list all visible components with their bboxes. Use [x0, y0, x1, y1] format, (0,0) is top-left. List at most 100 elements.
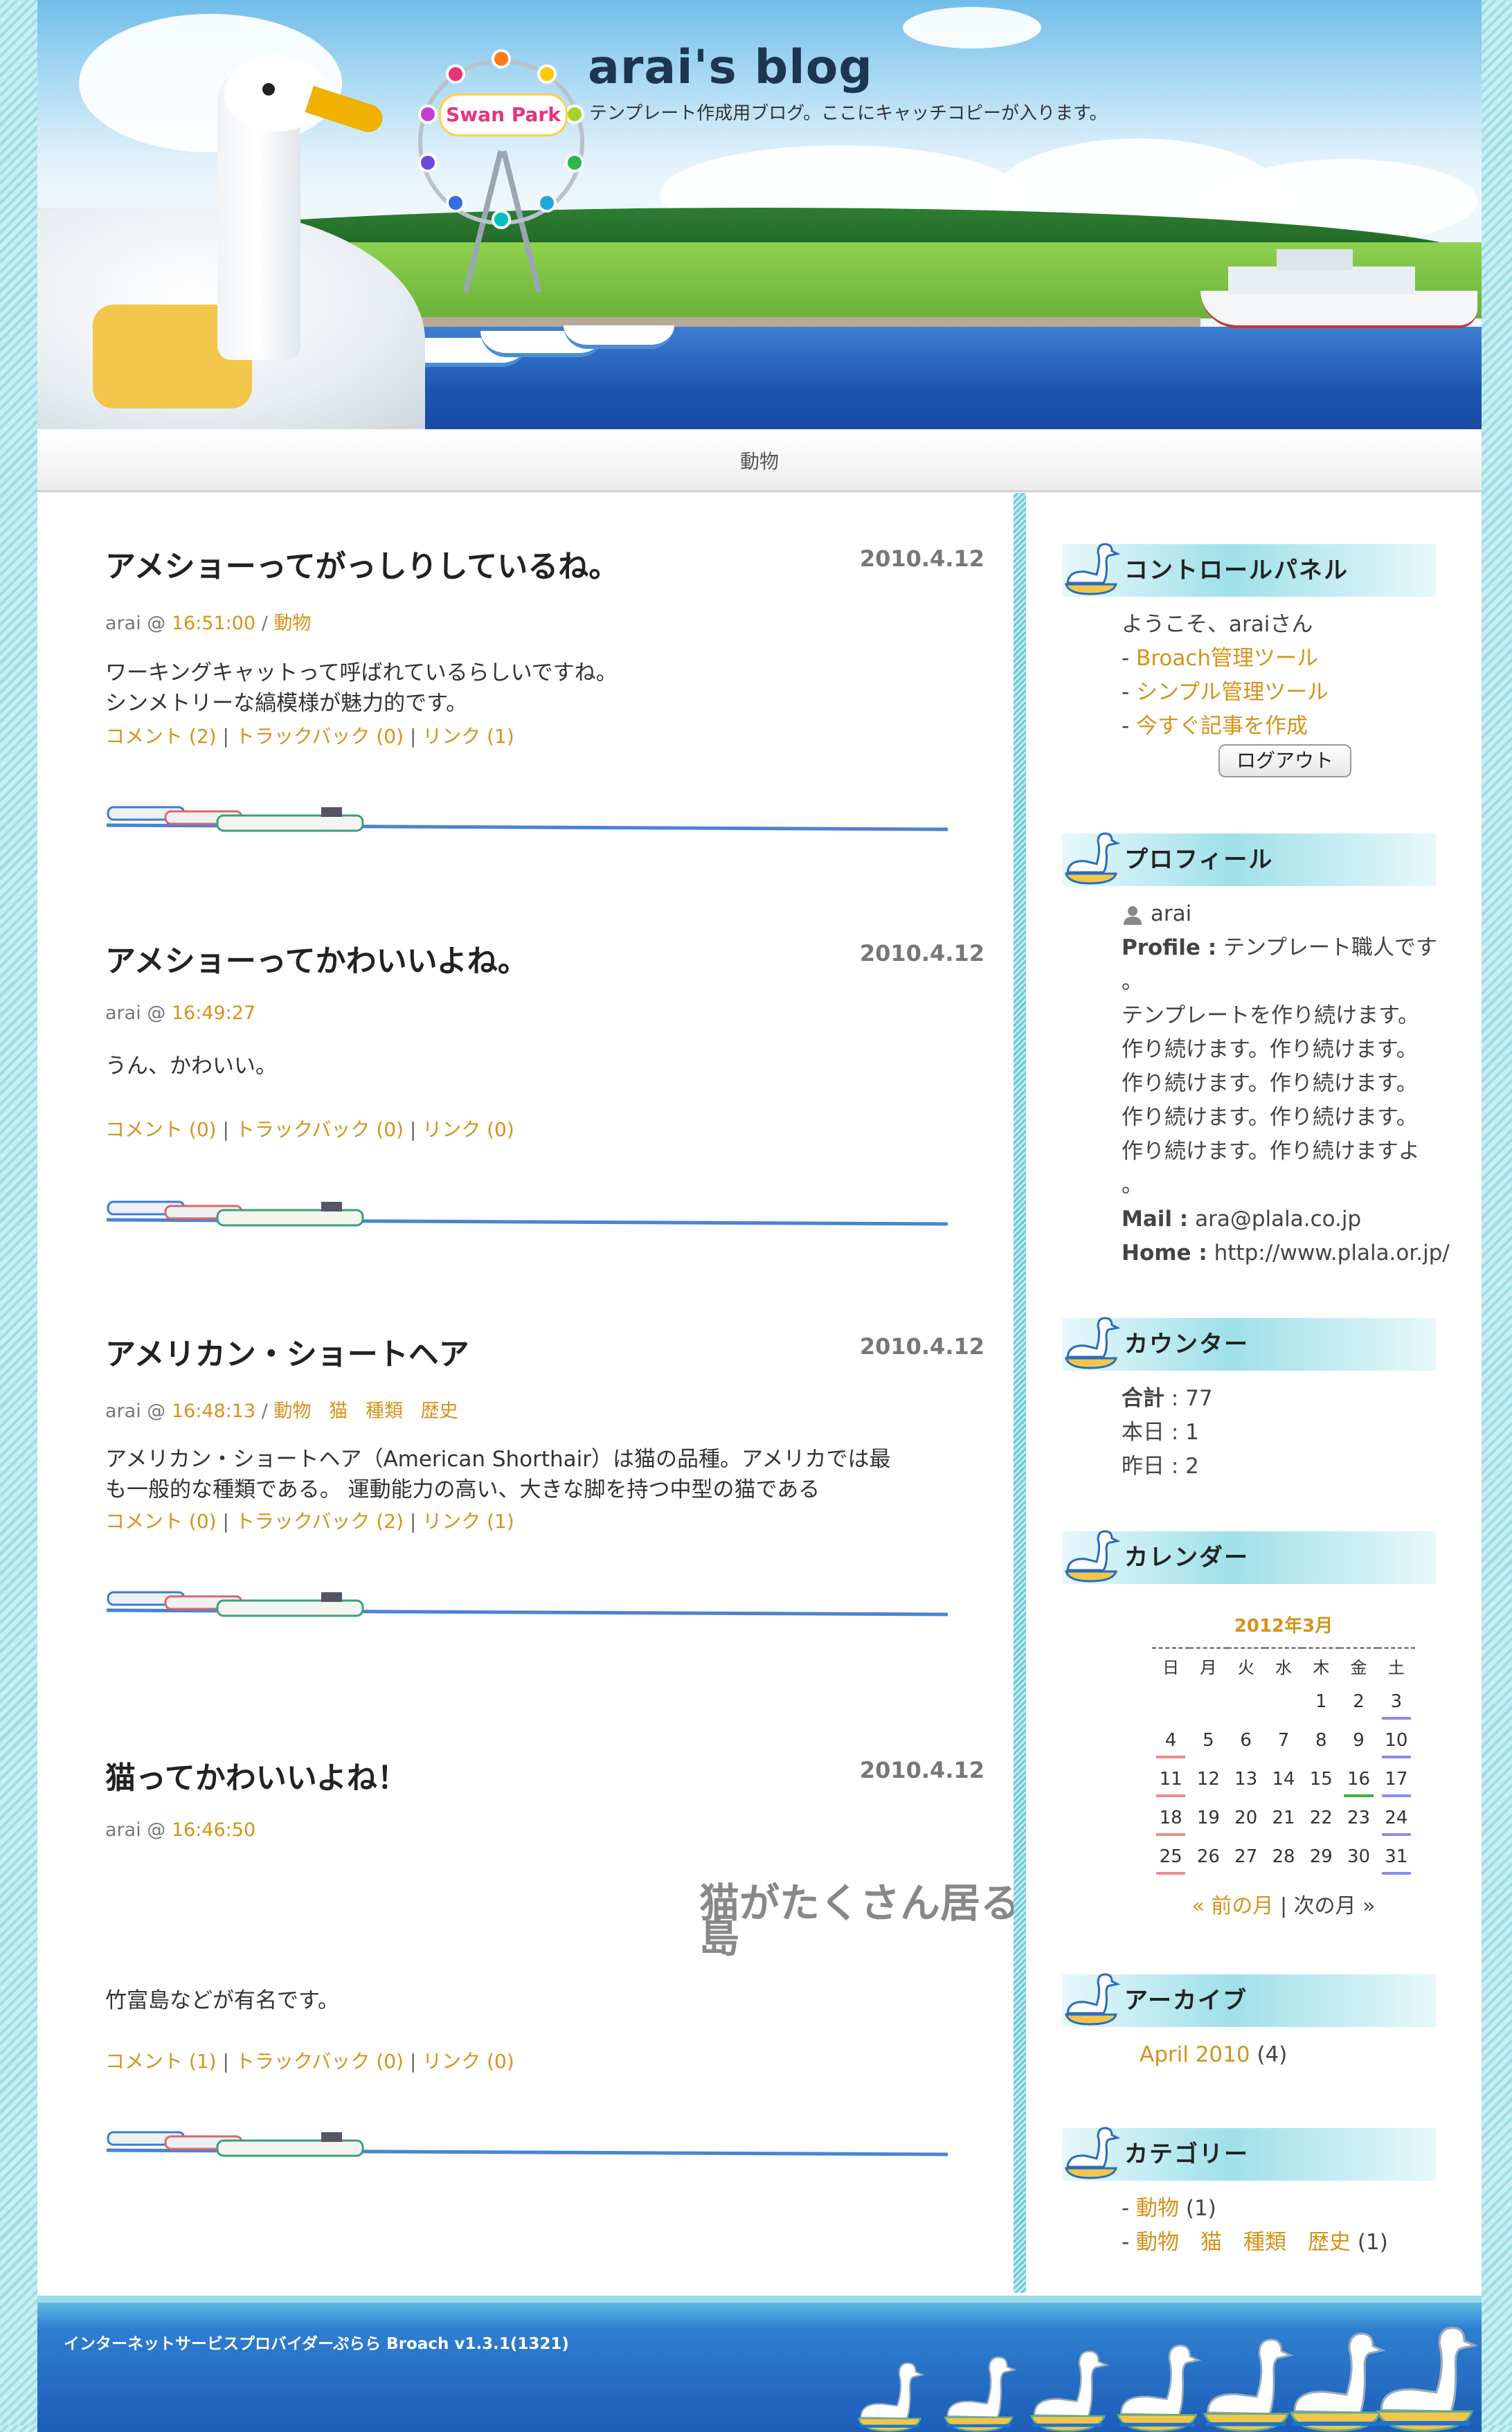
trackbacks-link[interactable]: トラックバック (0)	[235, 1118, 404, 1141]
category-link[interactable]: 動物	[1136, 2196, 1179, 2221]
calendar-day: 19	[1196, 1808, 1220, 1828]
profile-text-cont: 。	[1122, 969, 1143, 994]
calendar-day: 3	[1378, 1682, 1415, 1721]
entry-title[interactable]: アメリカン・ショートヘア	[105, 1329, 469, 1373]
footer-swan-boat	[1030, 2350, 1110, 2432]
category-link[interactable]: 動物 猫 種類 歴史	[1136, 2230, 1351, 2255]
prev-month-link[interactable]: « 前の月	[1192, 1894, 1274, 1918]
archive-link[interactable]: April 2010	[1140, 2042, 1250, 2067]
calendar-day	[1152, 1682, 1189, 1721]
trackbacks-link[interactable]: トラックバック (2)	[235, 1510, 404, 1533]
trackbacks-link[interactable]: トラックバック (0)	[235, 725, 404, 748]
entry-meta: arai @ 16:51:00 / 動物	[105, 613, 312, 634]
comments-link[interactable]: コメント (1)	[105, 2050, 217, 2073]
boat-separator-image	[106, 1591, 948, 1617]
user-icon	[1124, 906, 1142, 925]
profile-line: テンプレートを作り続けます。	[1122, 1003, 1419, 1028]
entry-category[interactable]: 動物	[273, 1400, 311, 1422]
calendar-day: 24	[1378, 1799, 1415, 1837]
archive-item: April 2010 (4)	[1140, 2038, 1486, 2072]
entry-links: コメント (1) | トラックバック (0) | リンク (0)	[105, 2050, 514, 2073]
entry-author: arai	[105, 1819, 141, 1841]
calendar-day: 16	[1340, 1760, 1377, 1799]
calendar: 2012年3月 日月火水木金土 1 2 3 4 5 6 7 8 9 10 11 12 13 14 15 16 1…	[1152, 1612, 1415, 1919]
trackbacks-link[interactable]: トラックバック (0)	[235, 2050, 404, 2073]
ferris-wheel-logo: Swan Park	[404, 45, 598, 293]
entry-links: コメント (0) | トラックバック (0) | リンク (0)	[105, 1118, 514, 1141]
calendar-week: 11 12 13 14 15 16 17	[1152, 1760, 1415, 1799]
profile-mail[interactable]: ara@plala.co.jp	[1195, 1207, 1361, 1232]
entry-category[interactable]: 猫	[329, 1400, 348, 1422]
logout-button[interactable]: ログアウト	[1218, 744, 1351, 777]
boat-separator-image	[106, 1200, 948, 1227]
calendar-day: 18	[1152, 1799, 1189, 1837]
entry-category[interactable]: 歴史	[421, 1400, 458, 1422]
calendar-day: 2	[1353, 1691, 1365, 1712]
swan-icon	[1065, 1530, 1121, 1583]
widget-title-categories: カテゴリー	[1062, 2127, 1436, 2181]
new-post-link[interactable]: 今すぐ記事を作成	[1136, 714, 1308, 739]
entry-body-line: 竹富島などが有名です。	[105, 1988, 339, 2013]
swan-boats-image	[857, 2326, 1479, 2432]
entry-title[interactable]: アメショーってかわいいよね。	[105, 936, 528, 980]
cloud	[903, 7, 1041, 48]
entry-title[interactable]: 猫ってかわいいよね！	[105, 1753, 408, 1797]
entry-time[interactable]: 16:46:50	[172, 1819, 255, 1841]
entry-category[interactable]: 動物	[273, 613, 311, 634]
counter-total: 77	[1185, 1386, 1213, 1411]
calendar-day: 17	[1378, 1760, 1415, 1799]
calendar-day: 8	[1315, 1730, 1327, 1751]
calendar-day: 9	[1353, 1730, 1365, 1751]
entry-category[interactable]: 種類	[366, 1400, 403, 1422]
swan-beak	[305, 85, 386, 136]
entry-meta: arai @ 16:46:50	[105, 1819, 256, 1841]
boat-separator-image	[106, 806, 948, 832]
calendar-week: 25 26 27 28 29 30 31	[1152, 1837, 1415, 1876]
mail-label: Mail :	[1122, 1207, 1189, 1232]
broach-admin-link[interactable]: Broach管理ツール	[1136, 646, 1318, 671]
links-link[interactable]: リンク (0)	[422, 2050, 514, 2073]
counter-today: 1	[1185, 1420, 1199, 1445]
calendar-day: 29	[1309, 1846, 1333, 1867]
next-month-text: 次の月 »	[1293, 1894, 1376, 1918]
page: Swan Park arai's blog テンプレート作成用ブログ。ここにキャ…	[37, 0, 1482, 2432]
entry-time[interactable]: 16:49:27	[172, 1002, 255, 1024]
simple-admin-link[interactable]: シンプル管理ツール	[1136, 680, 1329, 705]
entry-time[interactable]: 16:48:13	[172, 1400, 255, 1422]
comments-link[interactable]: コメント (0)	[105, 1510, 217, 1533]
profile-line: 作り続けます。作り続けます。	[1122, 1071, 1418, 1096]
comments-link[interactable]: コメント (0)	[105, 1118, 217, 1141]
archive-body: April 2010 (4)	[1140, 2038, 1486, 2072]
entry-body-line: シンメトリーな縞模様が魅力的です。	[105, 691, 467, 716]
calendar-day: 10	[1378, 1721, 1415, 1760]
calendar-month: 2012年3月	[1234, 1616, 1333, 1637]
calendar-week: 4 5 6 7 8 9 10	[1152, 1721, 1415, 1760]
counter-body: 合計 : 77 本日 : 1 昨日 : 2	[1122, 1386, 1213, 1479]
category-bar: 動物	[37, 433, 1482, 492]
widget-title-control-panel: コントロールパネル	[1062, 543, 1436, 597]
entry-title[interactable]: アメショーってがっしりしているね。	[105, 541, 619, 586]
widget-title-counter: カウンター	[1062, 1317, 1436, 1371]
calendar-day: 5	[1203, 1730, 1214, 1751]
calendar-weekday: 日	[1162, 1657, 1180, 1677]
comments-link[interactable]: コメント (2)	[105, 725, 217, 748]
category-link-current[interactable]: 動物	[740, 450, 779, 473]
calendar-day: 23	[1347, 1808, 1371, 1828]
profile-line: 作り続けます。作り続けます。	[1122, 1105, 1418, 1130]
links-link[interactable]: リンク (1)	[422, 725, 514, 748]
calendar-weekday: 月	[1200, 1657, 1217, 1677]
column-divider	[1014, 493, 1026, 2293]
entry-body: うん、かわいい。	[105, 1051, 936, 1081]
links-link[interactable]: リンク (0)	[422, 1118, 514, 1141]
entry-links: コメント (0) | トラックバック (2) | リンク (1)	[105, 1510, 514, 1533]
entry-body: 竹富島などが有名です。	[105, 1985, 936, 2016]
profile-line: 。	[1122, 1173, 1143, 1198]
profile-home[interactable]: http://www.plala.or.jp/	[1214, 1241, 1450, 1265]
calendar-day: 14	[1272, 1769, 1295, 1790]
calendar-day: 22	[1309, 1808, 1333, 1828]
links-link[interactable]: リンク (1)	[422, 1510, 514, 1533]
entry-time[interactable]: 16:51:00	[172, 613, 255, 634]
counter-yesterday: 2	[1185, 1454, 1199, 1479]
site-title[interactable]: arai's blog	[588, 40, 873, 95]
widget-heading: プロフィール	[1124, 846, 1274, 874]
